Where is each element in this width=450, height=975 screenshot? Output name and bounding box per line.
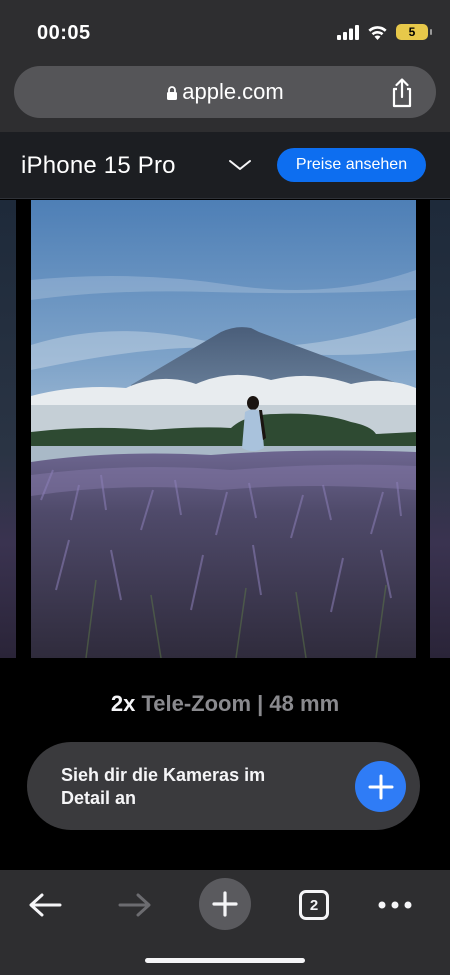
more-button[interactable] (370, 880, 420, 930)
home-indicator (145, 958, 305, 963)
status-time: 00:05 (37, 22, 91, 44)
new-tab-plus-icon (212, 891, 238, 917)
gallery-section: 2x Tele-Zoom | 48 mm Sieh dir die Kamera… (0, 200, 450, 870)
next-slide-peek[interactable] (430, 200, 450, 658)
camera-detail-card[interactable]: Sieh dir die Kameras im Detail an (27, 742, 420, 830)
tabs-button[interactable]: 2 (289, 880, 339, 930)
plus-icon (368, 774, 393, 799)
view-prices-button[interactable]: Preise ansehen (277, 148, 426, 182)
camera-sample-photo (31, 200, 416, 658)
status-bar: 00:05 5 (0, 0, 450, 60)
status-icons: 5 (337, 24, 432, 40)
tabs-icon: 2 (299, 890, 329, 920)
zoom-value: 2x (110, 691, 136, 716)
product-nav-bar: iPhone 15 Pro Preise ansehen (0, 132, 450, 199)
zoom-description: Tele-Zoom | 48 mm (141, 691, 340, 716)
back-button[interactable] (20, 880, 70, 930)
battery-icon: 5 (396, 24, 432, 40)
camera-detail-text: Sieh dir die Kameras im Detail an (61, 765, 266, 808)
previous-slide-peek[interactable] (0, 200, 16, 658)
browser-toolbar: 2 (0, 870, 450, 975)
browser-url-area: apple.com (0, 60, 450, 132)
lock-icon (167, 86, 178, 100)
forward-arrow-icon (118, 893, 151, 917)
url-bar[interactable]: apple.com (14, 66, 436, 118)
more-icon (378, 901, 412, 909)
wifi-icon (368, 25, 387, 40)
url-text: apple.com (182, 79, 284, 104)
forward-button[interactable] (110, 880, 160, 930)
back-arrow-icon (29, 893, 62, 917)
expand-plus-button[interactable] (355, 761, 406, 812)
new-tab-button[interactable] (199, 878, 251, 930)
product-title: iPhone 15 Pro (21, 152, 176, 179)
signal-icon (337, 24, 359, 40)
zoom-caption: 2x Tele-Zoom | 48 mm (0, 691, 450, 717)
chevron-down-icon[interactable] (228, 156, 252, 174)
share-icon[interactable] (388, 78, 416, 108)
